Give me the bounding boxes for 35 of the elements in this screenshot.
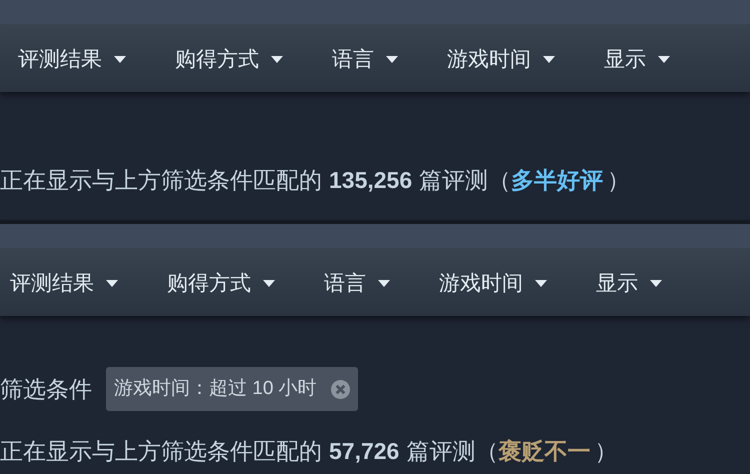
summary-text: 正在显示与上方筛选条件匹配的 — [0, 440, 322, 463]
review-rating: 多半好评 — [511, 169, 604, 192]
summary-text: 篇评测 — [419, 169, 488, 192]
caret-icon — [263, 280, 275, 287]
review-count: 135,256 — [329, 169, 412, 192]
caret-icon — [114, 56, 126, 63]
filter-menu[interactable]: 游戏时间 — [447, 49, 555, 70]
filter-menu[interactable]: 购得方式 — [175, 49, 283, 70]
filters-label: 筛选条件 — [0, 374, 92, 404]
caret-icon — [106, 280, 118, 287]
caret-icon — [535, 280, 547, 287]
remove-icon[interactable] — [330, 380, 350, 398]
filter-chip[interactable]: 游戏时间：超过 10 小时 — [106, 367, 358, 411]
summary-text: 篇评测 — [406, 440, 476, 463]
filter-menu[interactable]: 显示 — [596, 273, 662, 294]
caret-icon — [658, 56, 670, 63]
filter-menu[interactable]: 评测结果 — [18, 49, 126, 70]
filter-menu[interactable]: 评测结果 — [10, 273, 118, 294]
bracket: （ — [475, 440, 498, 463]
filter-menu[interactable]: 显示 — [604, 49, 670, 70]
caret-icon — [650, 280, 662, 287]
filter-menu[interactable]: 游戏时间 — [439, 273, 547, 294]
bracket: ） — [594, 440, 618, 463]
caret-icon — [386, 56, 398, 63]
summary-text: 正在显示与上方筛选条件匹配的 — [0, 169, 322, 192]
filter-menu[interactable]: 语言 — [332, 49, 398, 70]
filter-menu[interactable]: 语言 — [324, 273, 390, 294]
review-count: 57,726 — [329, 440, 400, 463]
bracket: （ — [488, 169, 512, 192]
filter-menu[interactable]: 购得方式 — [167, 273, 275, 294]
caret-icon — [543, 56, 555, 63]
bracket: ） — [607, 169, 630, 192]
caret-icon — [271, 56, 283, 63]
caret-icon — [378, 280, 390, 287]
review-rating: 褒贬不一 — [498, 440, 590, 463]
